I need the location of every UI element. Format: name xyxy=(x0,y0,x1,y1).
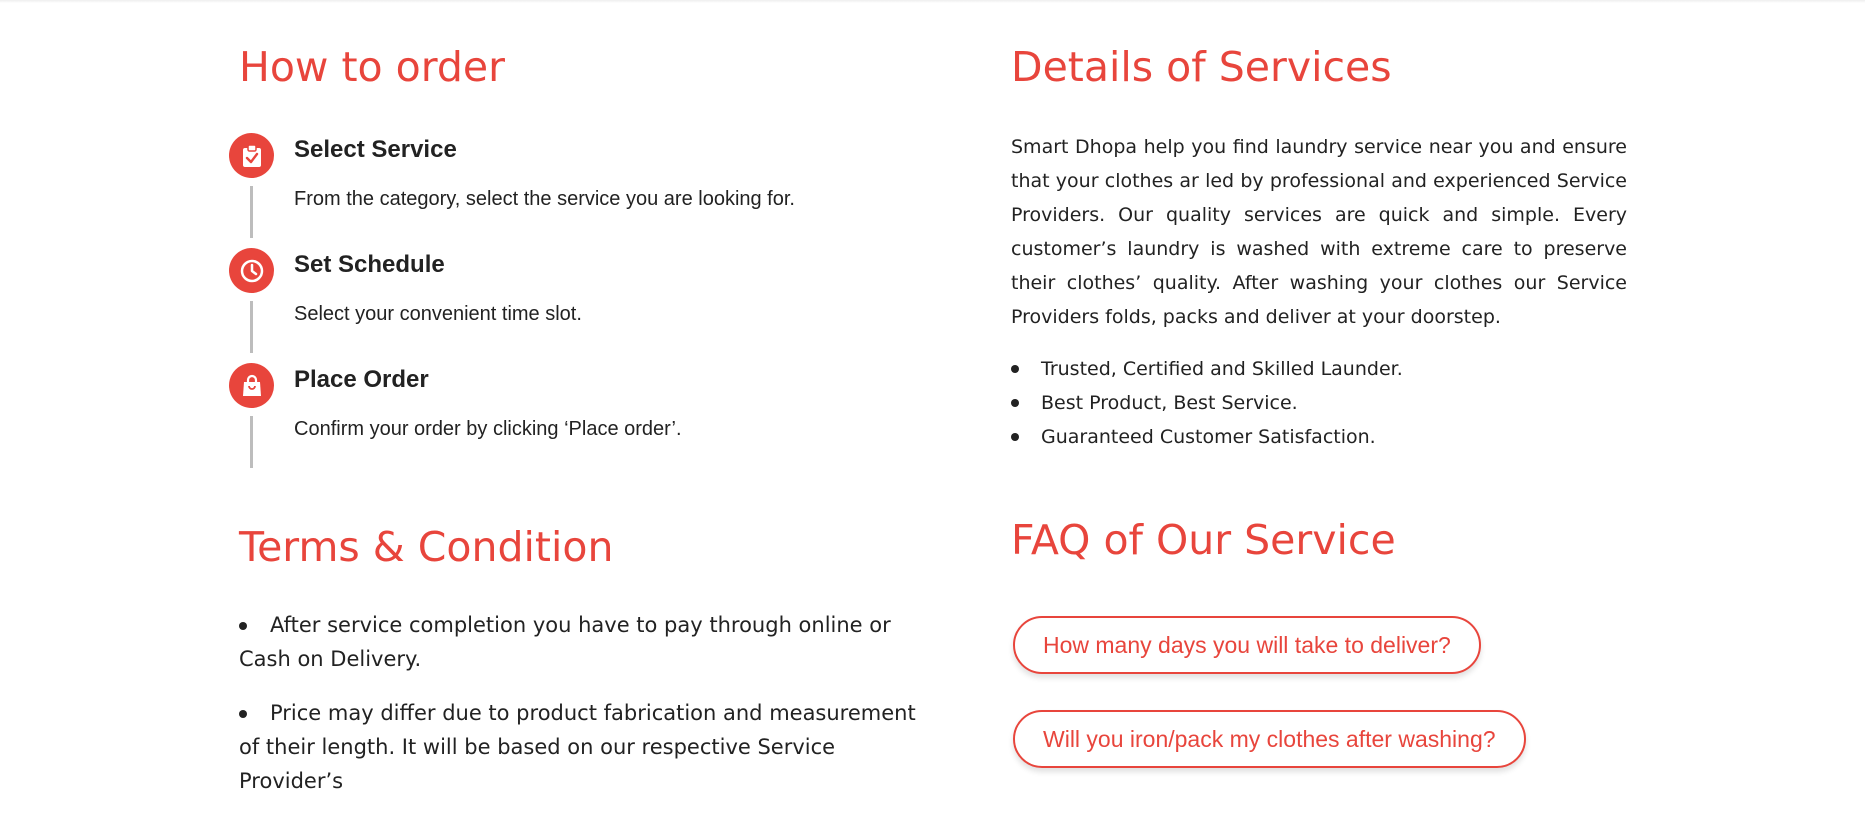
clipboard-check-icon xyxy=(229,133,274,178)
details-paragraph: Smart Dhopa help you find laundry servic… xyxy=(1011,136,1627,328)
details-list: Trusted, Certified and Skilled Launder. … xyxy=(1011,352,1611,454)
how-to-order-heading: How to order xyxy=(239,43,505,91)
details-heading: Details of Services xyxy=(1011,43,1392,91)
step-description: Select your convenient time slot. xyxy=(294,303,582,325)
faq-question-button[interactable]: How many days you will take to deliver? xyxy=(1013,616,1481,674)
list-item: Trusted, Certified and Skilled Launder. xyxy=(1011,352,1611,386)
top-divider xyxy=(0,0,1865,3)
shopping-bag-icon xyxy=(229,363,274,408)
terms-list: After service completion you have to pay… xyxy=(239,608,919,818)
step-title: Select Service xyxy=(294,136,457,163)
list-item: Price may differ due to product fabricat… xyxy=(239,696,919,798)
step-connector xyxy=(250,301,253,353)
faq-heading: FAQ of Our Service xyxy=(1011,516,1396,564)
step-connector xyxy=(250,416,253,468)
step-connector xyxy=(250,186,253,238)
step-description: From the category, select the service yo… xyxy=(294,188,795,210)
step-title: Set Schedule xyxy=(294,251,445,278)
terms-heading: Terms & Condition xyxy=(239,523,614,571)
list-item: Best Product, Best Service. xyxy=(1011,386,1611,420)
order-steps: Select Service From the category, select… xyxy=(229,130,929,470)
list-item: Guaranteed Customer Satisfaction. xyxy=(1011,420,1611,454)
step-title: Place Order xyxy=(294,366,429,393)
clock-icon xyxy=(229,248,274,293)
list-item: After service completion you have to pay… xyxy=(239,608,919,676)
faq-question-button[interactable]: Will you iron/pack my clothes after wash… xyxy=(1013,710,1526,768)
step-description: Confirm your order by clicking ‘Place or… xyxy=(294,418,682,440)
